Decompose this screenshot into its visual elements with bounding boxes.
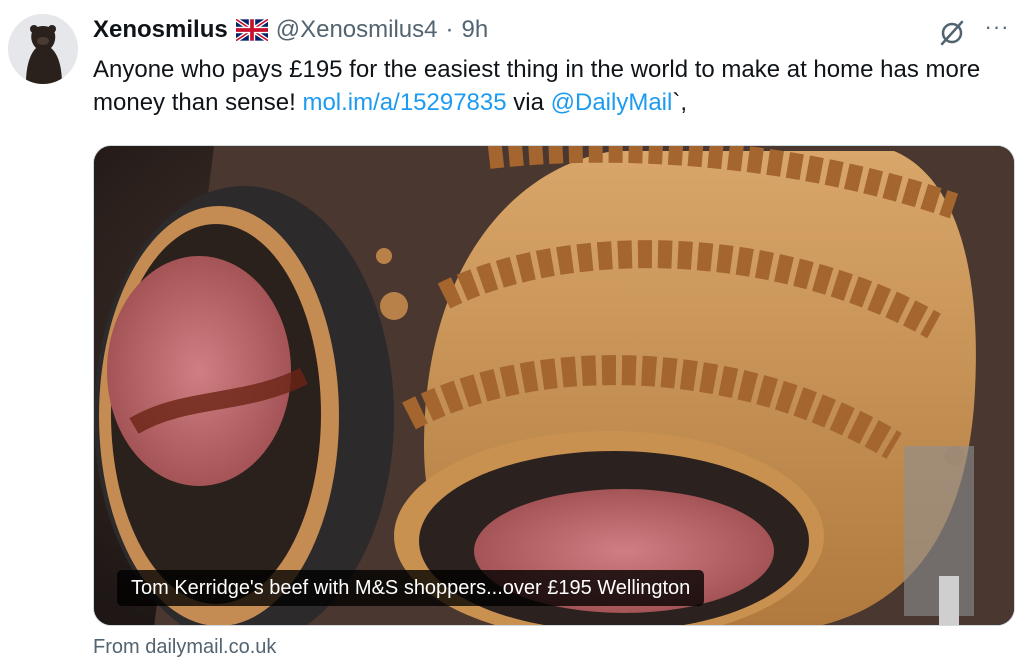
card-source[interactable]: From dailymail.co.uk [93,636,276,659]
more-options-icon[interactable]: ··· [980,16,1014,46]
avatar[interactable] [8,14,78,84]
user-handle[interactable]: @Xenosmilus4 [276,16,438,44]
grok-icon[interactable] [935,16,969,50]
display-name[interactable]: Xenosmilus [93,16,228,44]
separator-dot: · [445,16,454,43]
link-card-image[interactable]: Tom Kerridge's beef with M&S shoppers...… [93,145,1015,626]
panther-avatar-image [8,14,78,84]
mention-link[interactable]: @DailyMail [551,89,673,116]
timestamp[interactable]: 9h [461,16,488,44]
article-link[interactable]: mol.im/a/15297835 [302,89,506,116]
tweet-text: Anyone who pays £195 for the easiest thi… [93,53,1005,119]
tweet-text-via: via [506,89,551,116]
tweet-header: Xenosmilus @Xenosmilus4 · 9h [93,14,488,46]
beef-wellington-image [94,146,1014,625]
uk-flag-icon [234,17,269,43]
tweet-text-end: `, [672,89,688,116]
image-caption: Tom Kerridge's beef with M&S shoppers...… [117,570,705,606]
